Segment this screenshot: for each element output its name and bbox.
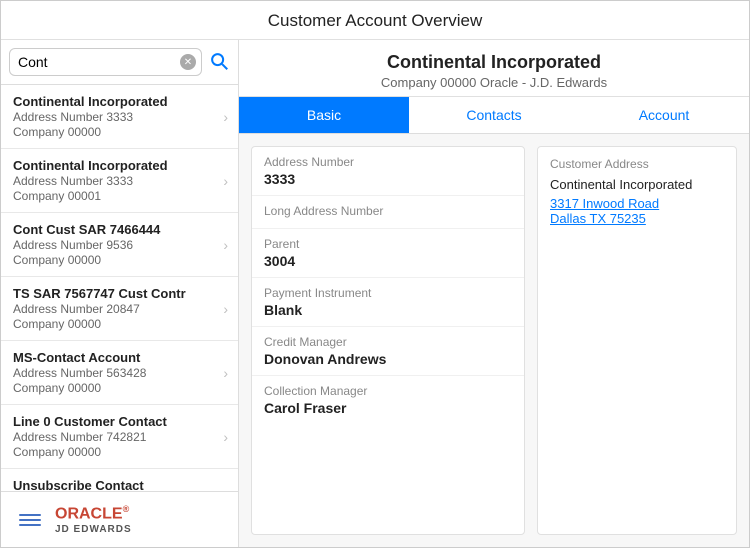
- detail-fields: Address Number 3333 Long Address Number …: [251, 146, 525, 535]
- page-title-bar: Customer Account Overview: [1, 1, 749, 40]
- customer-list: Continental Incorporated Address Number …: [1, 85, 238, 491]
- list-item-name: Continental Incorporated: [13, 94, 223, 109]
- list-item[interactable]: Unsubscribe Contact Address Number 74285…: [1, 469, 238, 491]
- customer-address-label: Customer Address: [550, 157, 724, 171]
- menu-button[interactable]: [15, 510, 45, 530]
- list-item[interactable]: Cont Cust SAR 7466444 Address Number 953…: [1, 213, 238, 277]
- list-item[interactable]: Line 0 Customer Contact Address Number 7…: [1, 405, 238, 469]
- field-value: Carol Fraser: [264, 400, 512, 416]
- oracle-text: ORACLE®: [55, 504, 129, 523]
- field-value: Donovan Andrews: [264, 351, 512, 367]
- chevron-right-icon: ›: [223, 429, 228, 445]
- tab-contacts[interactable]: Contacts: [409, 97, 579, 133]
- list-item-company: Company 00001: [13, 189, 223, 203]
- list-item-content: Unsubscribe Contact Address Number 74285…: [13, 478, 223, 491]
- list-item-name: Continental Incorporated: [13, 158, 223, 173]
- search-button[interactable]: [208, 50, 230, 75]
- list-item-name: Cont Cust SAR 7466444: [13, 222, 223, 237]
- detail-field: Payment Instrument Blank: [252, 278, 524, 327]
- field-label: Long Address Number: [264, 204, 512, 218]
- detail-area: Address Number 3333 Long Address Number …: [239, 134, 749, 547]
- clear-search-button[interactable]: ✕: [180, 54, 196, 70]
- jde-text: JD EDWARDS: [55, 524, 132, 535]
- list-item-company: Company 00000: [13, 381, 223, 395]
- menu-icon-line2: [19, 519, 41, 521]
- list-item-company: Company 00000: [13, 317, 223, 331]
- chevron-right-icon: ›: [223, 109, 228, 125]
- detail-field: Address Number 3333: [252, 147, 524, 196]
- field-value: Blank: [264, 302, 512, 318]
- list-item[interactable]: Continental Incorporated Address Number …: [1, 149, 238, 213]
- right-panel: Continental Incorporated Company 00000 O…: [239, 40, 749, 547]
- list-item-address: Address Number 20847: [13, 302, 223, 316]
- search-icon: [208, 50, 230, 72]
- detail-field: Long Address Number: [252, 196, 524, 229]
- search-input[interactable]: [9, 48, 202, 76]
- chevron-right-icon: ›: [223, 301, 228, 317]
- list-item-name: MS-Contact Account: [13, 350, 223, 365]
- detail-field: Credit Manager Donovan Andrews: [252, 327, 524, 376]
- list-item-content: Line 0 Customer Contact Address Number 7…: [13, 414, 223, 459]
- list-item-company: Company 00000: [13, 445, 223, 459]
- list-item[interactable]: Continental Incorporated Address Number …: [1, 85, 238, 149]
- page-title: Customer Account Overview: [268, 11, 482, 30]
- list-item-content: Cont Cust SAR 7466444 Address Number 953…: [13, 222, 223, 267]
- chevron-right-icon: ›: [223, 237, 228, 253]
- company-name: Continental Incorporated: [255, 52, 733, 73]
- field-label: Collection Manager: [264, 384, 512, 398]
- list-item-content: Continental Incorporated Address Number …: [13, 94, 223, 139]
- customer-address-company: Continental Incorporated: [550, 177, 724, 192]
- field-label: Address Number: [264, 155, 512, 169]
- search-bar: ✕: [1, 40, 238, 85]
- list-item[interactable]: TS SAR 7567747 Cust Contr Address Number…: [1, 277, 238, 341]
- field-value: 3333: [264, 171, 512, 187]
- list-item-content: MS-Contact Account Address Number 563428…: [13, 350, 223, 395]
- right-header: Continental Incorporated Company 00000 O…: [239, 40, 749, 97]
- list-item-address: Address Number 742821: [13, 430, 223, 444]
- list-item-company: Company 00000: [13, 253, 223, 267]
- field-label: Parent: [264, 237, 512, 251]
- field-label: Payment Instrument: [264, 286, 512, 300]
- list-item-address: Address Number 9536: [13, 238, 223, 252]
- list-item-name: TS SAR 7567747 Cust Contr: [13, 286, 223, 301]
- menu-icon-line1: [19, 514, 41, 516]
- list-item-address: Address Number 563428: [13, 366, 223, 380]
- customer-address-city[interactable]: Dallas TX 75235: [550, 211, 724, 226]
- list-item-content: TS SAR 7567747 Cust Contr Address Number…: [13, 286, 223, 331]
- detail-field: Collection Manager Carol Fraser: [252, 376, 524, 424]
- tab-account[interactable]: Account: [579, 97, 749, 133]
- detail-field: Parent 3004: [252, 229, 524, 278]
- list-item-address: Address Number 3333: [13, 174, 223, 188]
- chevron-right-icon: ›: [223, 173, 228, 189]
- company-sub: Company 00000 Oracle - J.D. Edwards: [255, 75, 733, 90]
- tabs-bar: Basic Contacts Account: [239, 97, 749, 134]
- chevron-right-icon: ›: [223, 365, 228, 381]
- field-label: Credit Manager: [264, 335, 512, 349]
- tab-basic[interactable]: Basic: [239, 97, 409, 133]
- menu-icon-line3: [19, 524, 41, 526]
- list-item[interactable]: MS-Contact Account Address Number 563428…: [1, 341, 238, 405]
- oracle-logo: ORACLE® JD EDWARDS: [55, 504, 132, 535]
- left-panel: ✕ Continental Incorporated Address Numbe…: [1, 40, 239, 547]
- footer: ORACLE® JD EDWARDS: [1, 491, 238, 547]
- list-item-company: Company 00000: [13, 125, 223, 139]
- list-item-name: Unsubscribe Contact: [13, 478, 223, 491]
- customer-address-panel: Customer Address Continental Incorporate…: [537, 146, 737, 535]
- search-input-wrapper: ✕: [9, 48, 202, 76]
- list-item-name: Line 0 Customer Contact: [13, 414, 223, 429]
- customer-address-street[interactable]: 3317 Inwood Road: [550, 196, 724, 211]
- list-item-address: Address Number 3333: [13, 110, 223, 124]
- list-item-content: Continental Incorporated Address Number …: [13, 158, 223, 203]
- field-value: 3004: [264, 253, 512, 269]
